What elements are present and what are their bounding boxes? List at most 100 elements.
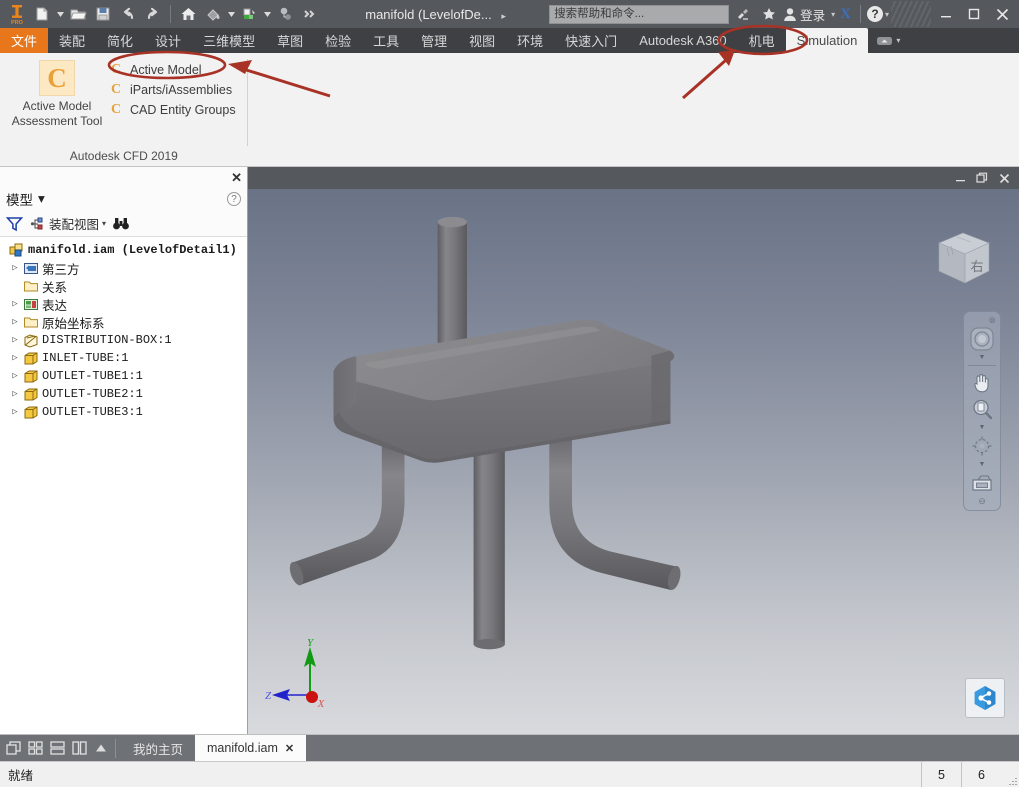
minimize-window-button[interactable]: [933, 1, 959, 27]
ribbon-tab-electromechanical[interactable]: 机电: [738, 28, 786, 53]
resize-grip-icon[interactable]: [1001, 762, 1019, 787]
ribbon-tab-assemble[interactable]: 装配: [48, 28, 96, 53]
satellite-updates-icon[interactable]: [731, 2, 755, 26]
navbar-close-icon[interactable]: ⊗: [988, 316, 996, 325]
magnifier-zoom-icon[interactable]: [967, 396, 997, 422]
material-dropdown-chevron-down-icon[interactable]: [262, 2, 272, 26]
expand-chevron-right-icon[interactable]: ▷: [8, 389, 22, 399]
browser-title-dropdown[interactable]: 模型 ▾: [6, 189, 45, 209]
browser-close-icon[interactable]: ✕: [231, 171, 242, 184]
viewcube[interactable]: 右: [927, 221, 999, 298]
camera-lookat-icon[interactable]: [967, 470, 997, 496]
close-window-button[interactable]: [989, 1, 1015, 27]
3d-viewport[interactable]: 右 ⊗ ▼ ▼ ▼ ⊖ Y Z X: [248, 189, 1019, 734]
title-bar-divider: [859, 5, 861, 23]
favorites-star-icon[interactable]: [757, 2, 781, 26]
document-restore-button[interactable]: [971, 169, 993, 187]
expand-chevron-right-icon[interactable]: ▷: [8, 335, 22, 345]
tree-node-manifold-iam[interactable]: manifold.iam (LevelofDetail1): [0, 241, 247, 259]
orbit-icon[interactable]: [967, 433, 997, 459]
tree-node-third-party[interactable]: ▷ 第三方: [0, 259, 247, 277]
tree-node-origin[interactable]: ▷ 原始坐标系: [0, 313, 247, 331]
new-file-dropdown-chevron-down-icon[interactable]: [55, 2, 65, 26]
ribbon-tab-environment[interactable]: 环境: [506, 28, 554, 53]
ribbon-tab-inspect[interactable]: 检验: [314, 28, 362, 53]
expand-chevron-right-icon[interactable]: ▷: [8, 407, 22, 417]
select-priority-button[interactable]: [273, 2, 297, 26]
ribbon-tab-view[interactable]: 视图: [458, 28, 506, 53]
zoom-chevron-down-icon[interactable]: ▼: [979, 423, 986, 432]
funnel-filter-icon[interactable]: [6, 216, 23, 232]
ribbon-tab-manage[interactable]: 管理: [410, 28, 458, 53]
save-button[interactable]: [91, 2, 115, 26]
home-button[interactable]: [176, 2, 200, 26]
expand-chevron-right-icon[interactable]: ▷: [8, 299, 22, 309]
assembly-view-dropdown[interactable]: 装配视图 ▾: [29, 214, 106, 233]
ribbon-minimize-button[interactable]: ▾: [868, 28, 908, 53]
expand-chevron-right-icon[interactable]: ▷: [8, 371, 22, 381]
expand-chevron-right-icon[interactable]: ▷: [8, 317, 22, 327]
binoculars-find-icon[interactable]: [112, 216, 130, 232]
expand-chevron-right-icon[interactable]: ▷: [8, 353, 22, 363]
tree-node-inlet-tube[interactable]: ▷ INLET-TUBE:1: [0, 349, 247, 367]
orbit-chevron-down-icon[interactable]: ▼: [979, 460, 986, 469]
tree-node-outlet-tube3[interactable]: ▷ OUTLET-TUBE3:1: [0, 403, 247, 421]
search-input[interactable]: 搜索帮助和命令...: [549, 4, 730, 24]
autodesk-exchange-icon[interactable]: X: [837, 6, 854, 23]
new-file-button[interactable]: [30, 2, 54, 26]
material-button[interactable]: [237, 2, 261, 26]
tab-my-home[interactable]: 我的主页: [121, 735, 196, 761]
sign-in-button[interactable]: 登录: [783, 5, 829, 24]
active-model-button[interactable]: C Active Model: [106, 61, 240, 79]
steering-wheel-chevron-down-icon[interactable]: ▼: [979, 353, 986, 362]
tree-node-distribution-box[interactable]: ▷ DISTRIBUTION-BOX:1: [0, 331, 247, 349]
maximize-window-button[interactable]: [961, 1, 987, 27]
navbar-more-icon[interactable]: ⊖: [978, 497, 986, 506]
cascade-icon[interactable]: [2, 735, 24, 762]
undo-button[interactable]: [116, 2, 140, 26]
more-commands-button[interactable]: [298, 2, 322, 26]
redo-button[interactable]: [141, 2, 165, 26]
tree-node-representations[interactable]: ▷ 表达: [0, 295, 247, 313]
ribbon-tab-simplify[interactable]: 简化: [96, 28, 144, 53]
iparts-iassemblies-button[interactable]: C iParts/iAssemblies: [106, 81, 240, 99]
ribbon-tab-sketch[interactable]: 草图: [266, 28, 314, 53]
tree-node-outlet-tube2[interactable]: ▷ OUTLET-TUBE2:1: [0, 385, 247, 403]
tree-node-outlet-tube1[interactable]: ▷ OUTLET-TUBE1:1: [0, 367, 247, 385]
signin-chevron-down-icon[interactable]: ▾: [831, 10, 835, 19]
document-minimize-button[interactable]: [949, 169, 971, 187]
title-overflow-chevron-right-icon[interactable]: ▸: [501, 11, 506, 21]
tab-close-icon[interactable]: ✕: [285, 742, 294, 755]
browser-title-label: 模型: [6, 193, 33, 208]
browser-help-icon[interactable]: ?: [227, 192, 241, 206]
expand-chevron-right-icon[interactable]: ▷: [8, 263, 22, 273]
status-cell-1: 5: [921, 762, 961, 787]
ribbon-tab-get-started[interactable]: 快速入门: [554, 28, 628, 53]
tile-horizontal-icon[interactable]: [46, 735, 68, 762]
ribbon-tab-3d-model[interactable]: 三维模型: [192, 28, 266, 53]
tab-manifold-iam[interactable]: manifold.iam ✕: [195, 735, 307, 761]
ribbon-tab-file[interactable]: 文件: [0, 28, 49, 53]
ribbon-tab-tools[interactable]: 工具: [362, 28, 410, 53]
triangle-up-icon[interactable]: [90, 735, 112, 762]
tile-vertical-icon[interactable]: [68, 735, 90, 762]
tile-grid-icon[interactable]: [24, 735, 46, 762]
ribbon-tab-design[interactable]: 设计: [144, 28, 192, 53]
hand-pan-icon[interactable]: [967, 369, 997, 395]
ribbon-tab-simulation[interactable]: Simulation: [785, 28, 869, 53]
cad-entity-groups-button[interactable]: C CAD Entity Groups: [106, 101, 240, 119]
appearance-dropdown-chevron-down-icon[interactable]: [226, 2, 236, 26]
share-a360-icon[interactable]: [965, 678, 1005, 718]
active-model-assessment-tool-button[interactable]: C Active Model Assessment Tool: [8, 56, 106, 129]
help-chevron-down-icon[interactable]: ▾: [885, 10, 889, 19]
tree-node-relations[interactable]: 关系: [0, 277, 247, 295]
appearance-button[interactable]: [201, 2, 225, 26]
cad-entity-groups-label: CAD Entity Groups: [130, 103, 236, 117]
manifold-3d-model[interactable]: [248, 189, 1019, 734]
document-close-button[interactable]: [993, 169, 1015, 187]
open-file-button[interactable]: [66, 2, 90, 26]
help-icon[interactable]: ?: [866, 6, 883, 22]
ribbon-options-chevron-down-icon[interactable]: ▾: [896, 36, 900, 45]
ribbon-tab-autodesk-a360[interactable]: Autodesk A360: [628, 28, 737, 53]
steering-wheel-icon[interactable]: [967, 326, 997, 352]
